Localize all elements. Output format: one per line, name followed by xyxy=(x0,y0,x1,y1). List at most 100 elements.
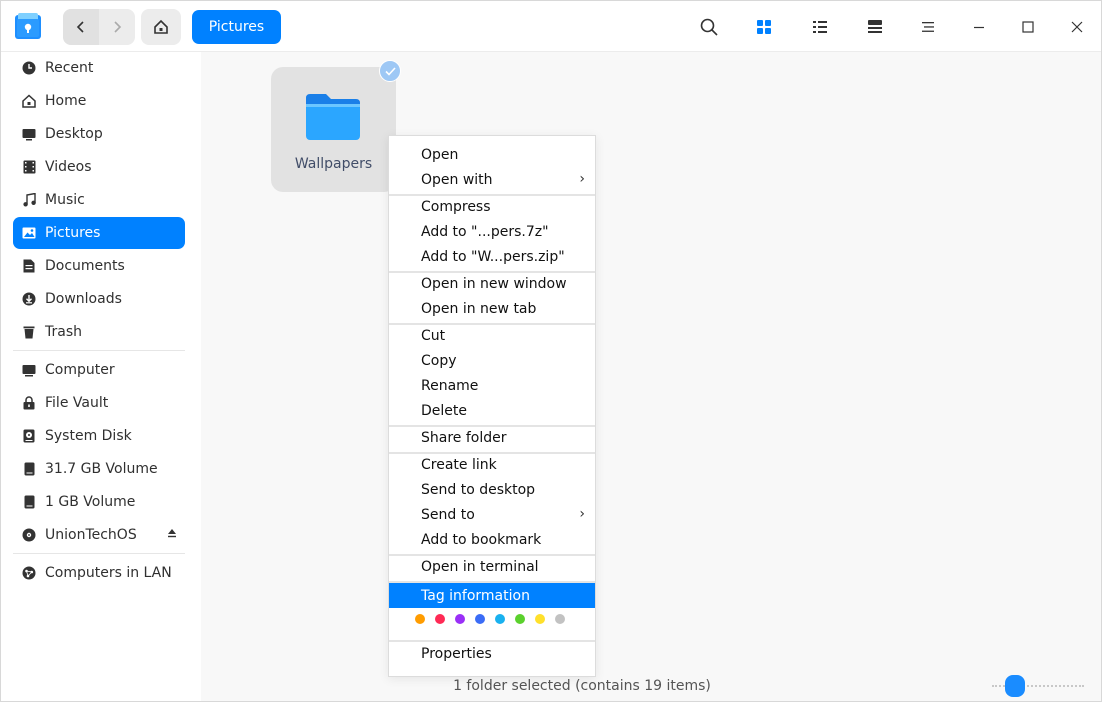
tag-color-picker xyxy=(415,614,565,624)
sidebar-item-computers-in-lan[interactable]: Computers in LAN xyxy=(13,557,185,589)
menu-item-add-to-7z[interactable]: Add to "...pers.7z" xyxy=(389,219,595,244)
context-menu: Open Open with › Compress Add to "...pers… xyxy=(388,135,596,677)
maximize-icon xyxy=(1022,21,1034,33)
sidebar-item-label: Music xyxy=(45,192,85,208)
menu-item-add-to-zip[interactable]: Add to "W...pers.zip" xyxy=(389,244,595,269)
disk-icon xyxy=(13,420,45,452)
tag-color-gray[interactable] xyxy=(555,614,565,624)
menu-item-label: Open with xyxy=(421,171,493,188)
sidebar-item-label: Downloads xyxy=(45,291,122,307)
file-manager-window: Pictures Recent Home Desktop Videos Musi… xyxy=(0,0,1102,702)
forward-button[interactable] xyxy=(99,9,135,45)
menu-item-label: Open in new tab xyxy=(421,300,537,317)
submenu-arrow-icon: › xyxy=(579,506,585,522)
navigation-group xyxy=(63,9,135,45)
menu-item-label: Copy xyxy=(421,352,457,369)
menu-item-label: Delete xyxy=(421,402,467,419)
minimize-icon xyxy=(974,26,984,29)
icon-view-icon xyxy=(757,20,771,34)
close-button[interactable] xyxy=(1065,15,1089,39)
video-icon xyxy=(13,151,45,183)
sidebar-item-label: Computer xyxy=(45,362,115,378)
tag-color-blue[interactable] xyxy=(475,614,485,624)
sidebar-item-documents[interactable]: Documents xyxy=(13,250,185,282)
download-icon xyxy=(13,283,45,315)
search-button[interactable] xyxy=(697,15,721,39)
search-icon xyxy=(700,18,718,36)
menu-item-label: Add to bookmark xyxy=(421,531,542,548)
back-icon xyxy=(76,21,84,33)
tag-color-yellow[interactable] xyxy=(535,614,545,624)
zoom-slider-handle[interactable] xyxy=(1005,675,1025,697)
sidebar-item-label: UnionTechOS xyxy=(45,527,137,543)
drive-icon xyxy=(13,453,45,485)
menu-item-open-in-terminal[interactable]: Open in terminal xyxy=(389,554,595,579)
eject-icon[interactable] xyxy=(167,528,177,538)
menu-item-send-to[interactable]: Send to › xyxy=(389,502,595,527)
menu-item-copy[interactable]: Copy xyxy=(389,348,595,373)
close-icon xyxy=(1071,21,1083,33)
sidebar-item-31gb-volume[interactable]: 31.7 GB Volume xyxy=(13,453,185,485)
menu-item-properties[interactable]: Properties xyxy=(389,641,595,666)
menu-item-rename[interactable]: Rename xyxy=(389,373,595,398)
menu-item-delete[interactable]: Delete xyxy=(389,398,595,423)
menu-item-label: Add to "...pers.7z" xyxy=(421,223,549,240)
menu-item-open-new-window[interactable]: Open in new window xyxy=(389,271,595,296)
tag-color-orange[interactable] xyxy=(415,614,425,624)
menu-item-open-with[interactable]: Open with › xyxy=(389,167,595,192)
main-menu-button[interactable] xyxy=(916,15,940,39)
sidebar-item-trash[interactable]: Trash xyxy=(13,316,185,348)
menu-item-open-new-tab[interactable]: Open in new tab xyxy=(389,296,595,321)
tag-color-cyan[interactable] xyxy=(495,614,505,624)
disc-icon xyxy=(13,519,45,551)
icon-view-button[interactable] xyxy=(752,15,776,39)
tag-color-purple[interactable] xyxy=(455,614,465,624)
tag-color-red[interactable] xyxy=(435,614,445,624)
menu-item-create-link[interactable]: Create link xyxy=(389,452,595,477)
desktop-icon xyxy=(13,118,45,150)
home-button[interactable] xyxy=(141,9,181,45)
sidebar-item-pictures[interactable]: Pictures xyxy=(13,217,185,249)
sidebar-divider xyxy=(13,350,185,351)
sidebar-item-label: Home xyxy=(45,93,87,109)
menu-item-share-folder[interactable]: Share folder xyxy=(389,425,595,450)
menu-item-open[interactable]: Open xyxy=(389,142,595,167)
tag-color-green[interactable] xyxy=(515,614,525,624)
sidebar-item-videos[interactable]: Videos xyxy=(13,151,185,183)
menu-item-send-to-desktop[interactable]: Send to desktop xyxy=(389,477,595,502)
sidebar-item-downloads[interactable]: Downloads xyxy=(13,283,185,315)
sidebar-item-uniontechos[interactable]: UnionTechOS xyxy=(13,519,185,551)
sidebar-item-music[interactable]: Music xyxy=(13,184,185,216)
sidebar-item-system-disk[interactable]: System Disk xyxy=(13,420,185,452)
menu-item-cut[interactable]: Cut xyxy=(389,323,595,348)
sidebar-item-file-vault[interactable]: File Vault xyxy=(13,387,185,419)
maximize-button[interactable] xyxy=(1016,15,1040,39)
sidebar-item-label: Trash xyxy=(45,324,82,340)
menu-item-tag-information[interactable]: Tag information xyxy=(389,583,595,608)
titlebar: Pictures xyxy=(1,1,1101,52)
back-button[interactable] xyxy=(63,9,99,45)
list-view-button[interactable] xyxy=(808,15,832,39)
tree-view-button[interactable] xyxy=(863,15,887,39)
menu-item-label: Share folder xyxy=(421,429,507,446)
home-icon xyxy=(154,19,168,34)
sidebar-item-desktop[interactable]: Desktop xyxy=(13,118,185,150)
minimize-button[interactable] xyxy=(967,15,991,39)
sidebar-item-home[interactable]: Home xyxy=(13,85,185,117)
sidebar: Recent Home Desktop Videos Music Picture… xyxy=(1,52,201,701)
breadcrumb-pictures[interactable]: Pictures xyxy=(192,10,281,44)
menu-item-label: Open xyxy=(421,146,459,163)
menu-item-label: Tag information xyxy=(421,587,530,604)
menu-item-label: Cut xyxy=(421,327,446,344)
menu-icon xyxy=(922,22,934,32)
file-view[interactable]: Wallpapers 1 folder selected (contains 1… xyxy=(202,52,1101,701)
status-bar-text: 1 folder selected (contains 19 items) xyxy=(453,678,711,694)
sidebar-item-computer[interactable]: Computer xyxy=(13,354,185,386)
sidebar-item-label: Pictures xyxy=(45,225,101,241)
menu-item-compress[interactable]: Compress xyxy=(389,194,595,219)
sidebar-item-recent[interactable]: Recent xyxy=(13,52,185,84)
menu-item-add-to-bookmark[interactable]: Add to bookmark xyxy=(389,527,595,552)
menu-item-label: Create link xyxy=(421,456,497,473)
sidebar-item-1gb-volume[interactable]: 1 GB Volume xyxy=(13,486,185,518)
folder-item-wallpapers[interactable]: Wallpapers xyxy=(271,67,396,192)
